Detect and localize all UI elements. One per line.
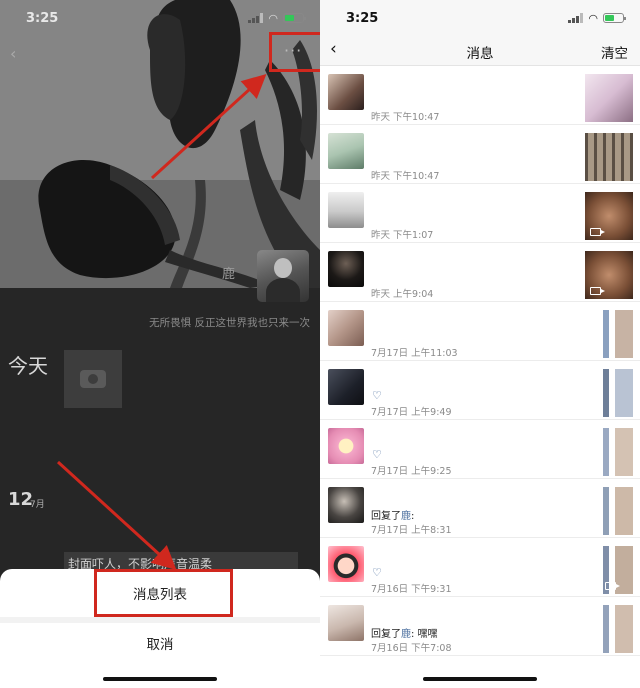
message-row[interactable]: ♡ 7月17日 上午9:49	[320, 362, 640, 420]
message-time: 7月16日 下午9:31	[371, 584, 452, 595]
message-time: 7月17日 上午11:03	[371, 348, 458, 359]
message-time: 7月17日 上午8:31	[371, 525, 452, 536]
profile-screen: ‹ ··· 3:25 ◠ 鹿 无所畏惧 反正这世界我也只来一次 今天 12 7月…	[0, 0, 320, 688]
message-row[interactable]: ♡ 7月17日 上午9:25	[320, 421, 640, 479]
post-thumbnail[interactable]	[585, 74, 633, 122]
cancel-button[interactable]: 取消	[0, 633, 320, 653]
sender-avatar[interactable]	[328, 605, 364, 641]
post-thumbnail[interactable]	[585, 428, 633, 476]
profile-avatar[interactable]	[257, 250, 309, 302]
sheet-divider	[0, 617, 320, 623]
highlight-box-message-list	[94, 569, 233, 617]
sender-avatar[interactable]	[328, 487, 364, 523]
nav-bar: ‹ 消息 清空	[320, 36, 640, 66]
post-date-month: 7月	[30, 500, 45, 510]
status-bar: 3:25 ◠	[320, 0, 640, 36]
reply-text: 回复了鹿: 嘿嘿	[371, 629, 438, 640]
status-time: 3:25	[346, 11, 379, 26]
clear-button[interactable]: 清空	[601, 42, 628, 62]
profile-nickname: 鹿	[222, 267, 236, 282]
heart-icon: ♡	[372, 566, 382, 579]
sender-avatar[interactable]	[328, 74, 364, 110]
video-icon	[605, 582, 620, 590]
post-thumbnail[interactable]	[585, 192, 633, 240]
signal-icon	[248, 13, 264, 23]
post-thumbnail[interactable]	[585, 487, 633, 535]
heart-icon: ♡	[372, 448, 382, 461]
home-indicator	[103, 677, 217, 681]
message-row[interactable]: 回复了鹿: 7月17日 上午8:31	[320, 480, 640, 538]
camera-icon	[80, 370, 106, 388]
sender-avatar[interactable]	[328, 251, 364, 287]
back-icon[interactable]: ‹	[10, 44, 16, 63]
sender-avatar[interactable]	[328, 133, 364, 169]
profile-signature: 无所畏惧 反正这世界我也只来一次	[149, 317, 310, 329]
video-icon	[590, 287, 605, 295]
video-icon	[590, 228, 605, 236]
reply-user-link[interactable]: 鹿	[401, 629, 411, 640]
message-time: 昨天 下午10:47	[371, 112, 440, 123]
sender-avatar[interactable]	[328, 369, 364, 405]
post-thumbnail[interactable]	[585, 251, 633, 299]
wifi-icon: ◠	[268, 11, 278, 25]
message-time: 7月16日 下午7:08	[371, 643, 452, 654]
reply-user-link[interactable]: 鹿	[401, 511, 411, 522]
message-time: 7月17日 上午9:25	[371, 466, 452, 477]
highlight-box-more	[269, 32, 320, 72]
today-label: 今天	[8, 354, 48, 378]
message-row[interactable]: 回复了鹿: 嘿嘿 7月16日 下午7:08	[320, 598, 640, 656]
post-thumbnail[interactable]	[585, 546, 633, 594]
post-thumbnail[interactable]	[585, 369, 633, 417]
message-time: 7月17日 上午9:49	[371, 407, 452, 418]
message-time: 昨天 上午9:04	[371, 289, 434, 300]
message-row[interactable]: 昨天 下午1:07	[320, 185, 640, 243]
wifi-icon: ◠	[588, 11, 598, 25]
status-bar: 3:25 ◠	[0, 0, 320, 36]
post-thumbnail[interactable]	[585, 605, 633, 653]
message-row[interactable]: 7月17日 上午11:03	[320, 303, 640, 361]
messages-screen: 3:25 ◠ ‹ 消息 清空 昨天 下午10:47 昨天 下午10:47 昨天 …	[320, 0, 640, 688]
signal-icon	[568, 13, 584, 23]
page-title: 消息	[466, 46, 494, 62]
message-row[interactable]: 昨天 上午9:04	[320, 244, 640, 302]
message-row[interactable]: 昨天 下午10:47	[320, 126, 640, 184]
add-photo-button[interactable]	[64, 350, 122, 408]
battery-icon	[603, 13, 626, 23]
sender-avatar[interactable]	[328, 546, 364, 582]
home-indicator	[423, 677, 537, 681]
post-thumbnail[interactable]	[585, 133, 633, 181]
status-time: 3:25	[26, 11, 59, 26]
sender-avatar[interactable]	[328, 192, 364, 228]
reply-text: 回复了鹿:	[371, 511, 415, 522]
message-time: 昨天 下午10:47	[371, 171, 440, 182]
battery-icon	[283, 13, 306, 23]
sender-avatar[interactable]	[328, 310, 364, 346]
sender-avatar[interactable]	[328, 428, 364, 464]
message-time: 昨天 下午1:07	[371, 230, 434, 241]
heart-icon: ♡	[372, 389, 382, 402]
message-row[interactable]: ♡ 7月16日 下午9:31	[320, 539, 640, 597]
post-thumbnail[interactable]	[585, 310, 633, 358]
message-row[interactable]: 昨天 下午10:47	[320, 67, 640, 125]
